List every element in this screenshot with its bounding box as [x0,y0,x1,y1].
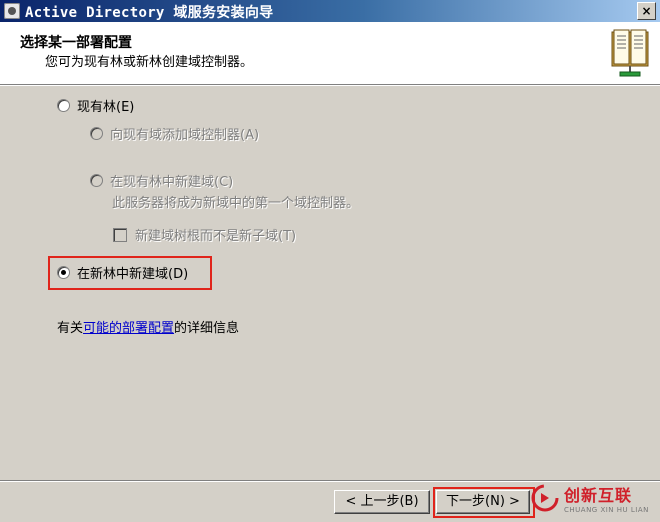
watermark: 创新互联 CHUANG XIN HU LIAN [530,480,654,516]
info-suffix: 的详细信息 [174,321,240,336]
radio-existing-forest-label: 现有林(E) [77,100,135,115]
deployment-config-link[interactable]: 可能的部署配置 [83,321,174,336]
watermark-sub: CHUANG XIN HU LIAN [564,506,649,514]
app-icon[interactable] [4,3,20,19]
close-button[interactable]: × [637,2,656,20]
radio-existing-forest-control[interactable] [57,99,70,112]
checkbox-tree-root-label: 新建域树根而不是新子域(T) [135,229,297,244]
title-bar: Active Directory 域服务安装向导 × [0,0,660,22]
radio-add-dc-control[interactable] [90,127,103,140]
radio-new-domain[interactable]: 在现有林中新建域(C) [90,171,233,190]
checkbox-tree-root-control[interactable] [113,227,127,242]
window-title: Active Directory 域服务安装向导 [25,5,274,21]
new-domain-description: 此服务器将成为新域中的第一个域控制器。 [112,196,360,211]
radio-new-forest[interactable]: 在新林中新建域(D) [57,263,188,282]
watermark-logo-icon [531,484,559,512]
page-title: 选择某一部署配置 [20,35,132,51]
page-subtitle: 您可为现有林或新林创建域控制器。 [45,55,254,70]
radio-add-dc-label: 向现有域添加域控制器(A) [110,128,260,143]
radio-new-forest-control[interactable] [57,266,70,279]
wizard-header: 选择某一部署配置 您可为现有林或新林创建域控制器。 [0,22,660,85]
radio-new-domain-control[interactable] [90,174,103,187]
checkbox-tree-root[interactable]: 新建域树根而不是新子域(T) [113,225,296,244]
radio-existing-forest[interactable]: 现有林(E) [57,96,134,115]
back-button[interactable]: < 上一步(B) [334,490,430,514]
watermark-main: 创新互联 [564,486,633,505]
book-icon [611,29,649,77]
info-line: 有关可能的部署配置的详细信息 [57,317,239,336]
info-prefix: 有关 [57,321,84,336]
next-button[interactable]: 下一步(N) > [436,490,530,514]
wizard-content: 现有林(E) 向现有域添加域控制器(A) 在现有林中新建域(C) 此服务器将成为… [0,86,660,480]
radio-new-domain-label: 在现有林中新建域(C) [110,175,234,190]
radio-new-forest-label: 在新林中新建域(D) [77,267,189,282]
watermark-text: 创新互联 CHUANG XIN HU LIAN [564,482,649,514]
radio-add-dc[interactable]: 向现有域添加域控制器(A) [90,124,259,143]
